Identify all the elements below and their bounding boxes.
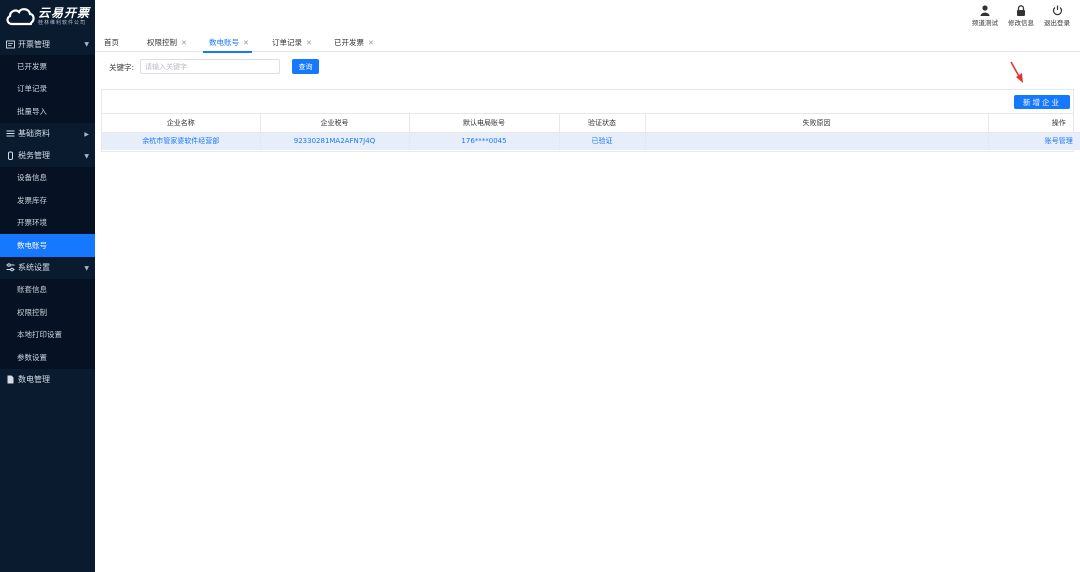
sidebar-item-invoice-stock[interactable]: 发票库存	[0, 189, 95, 212]
sidebar-group-basic-data[interactable]: 基础资料 ▶	[0, 123, 95, 145]
tab-digital-account[interactable]: 数电账号 ✕	[203, 33, 252, 53]
sidebar-item-parameters[interactable]: 参数设置	[0, 346, 95, 369]
edit-info-label: 修改信息	[1008, 19, 1034, 27]
close-icon[interactable]: ✕	[243, 39, 249, 47]
sidebar-group-label: 税务管理	[18, 151, 50, 160]
logout-label: 退出登录	[1044, 19, 1070, 27]
sidebar-group-system-settings[interactable]: 系统设置 ▼	[0, 257, 95, 279]
query-button[interactable]: 查询	[292, 59, 319, 74]
user-icon	[980, 5, 990, 16]
sidebar: 云易开票 桂林维利软件公司 开票管理 ▼ 已开发票 订单记录 批量导入 基础资料…	[0, 0, 95, 572]
channel-test-button[interactable]: 频道测试	[968, 4, 1002, 27]
panel-toolbar: 新增企业	[102, 90, 1073, 114]
close-icon[interactable]: ✕	[306, 39, 312, 47]
sidebar-group-label: 数电管理	[18, 375, 50, 384]
sidebar-group-label: 基础资料	[18, 129, 50, 138]
caret-down-icon: ▼	[84, 264, 89, 272]
keyword-label: 关键字:	[109, 63, 135, 72]
tab-home[interactable]: 首页	[104, 33, 119, 52]
annotation-arrow-icon	[1010, 61, 1023, 83]
tab-order-records[interactable]: 订单记录 ✕	[272, 33, 312, 52]
sidebar-group-label: 开票管理	[18, 39, 50, 49]
tab-bar: 首页 权限控制 ✕ 数电账号 ✕ 订单记录 ✕ 已开发票 ✕	[95, 33, 1080, 53]
sidebar-item-local-print[interactable]: 本地打印设置	[0, 324, 95, 347]
tab-label: 首页	[104, 38, 119, 47]
account-cell: 176****0045	[409, 132, 560, 150]
account-manage-link[interactable]: 账号管理	[988, 132, 1080, 150]
tab-label: 数电账号	[209, 38, 239, 47]
table-header-row: 企业名称 企业税号 默认电局账号 验证状态 失败原因 操作	[102, 114, 1080, 133]
column-header: 默认电局账号	[409, 114, 560, 133]
tab-issued-invoices[interactable]: 已开发票 ✕	[334, 33, 374, 52]
search-bar: 关键字: 查询	[95, 57, 1080, 77]
brand-name: 云易开票	[38, 5, 91, 20]
invoice-icon	[6, 40, 15, 49]
sidebar-item-batch-import[interactable]: 批量导入	[0, 100, 95, 123]
caret-right-icon: ▶	[84, 130, 89, 138]
caret-down-icon: ▼	[84, 152, 89, 160]
edit-info-button[interactable]: 修改信息	[1004, 4, 1038, 27]
column-header: 企业税号	[260, 114, 410, 133]
column-header: 验证状态	[559, 114, 646, 133]
sidebar-item-account-set[interactable]: 账套信息	[0, 279, 95, 302]
tab-label: 已开发票	[334, 38, 364, 47]
logout-button[interactable]: 退出登录	[1040, 4, 1074, 27]
sidebar-group-invoice[interactable]: 开票管理 ▼	[0, 33, 95, 55]
sidebar-group-tax[interactable]: 税务管理 ▼	[0, 145, 95, 167]
close-icon[interactable]: ✕	[368, 39, 374, 47]
power-icon	[1052, 5, 1062, 16]
sidebar-item-digital-account[interactable]: 数电账号	[0, 234, 95, 257]
company-panel: 新增企业 企业名称 企业税号 默认电局账号 验证状态 失败原因 操作 余杭市管家…	[101, 89, 1080, 152]
sidebar-item-permission-control[interactable]: 权限控制	[0, 301, 95, 324]
brand-tagline: 桂林维利软件公司	[38, 19, 87, 26]
tax-icon	[6, 151, 15, 160]
sidebar-item-issued-invoices[interactable]: 已开发票	[0, 55, 95, 78]
sidebar-group-digital-management[interactable]: 数电管理	[0, 369, 95, 391]
column-header: 失败原因	[645, 114, 989, 133]
verify-status-cell: 已验证	[559, 132, 646, 150]
settings-icon	[6, 263, 15, 272]
company-table: 企业名称 企业税号 默认电局账号 验证状态 失败原因 操作 余杭市管家婆软件经营…	[102, 114, 1080, 150]
add-company-button[interactable]: 新增企业	[1014, 95, 1070, 109]
sidebar-group-label: 系统设置	[18, 263, 50, 272]
sidebar-item-order-records[interactable]: 订单记录	[0, 78, 95, 101]
document-icon	[6, 375, 15, 384]
caret-down-icon: ▼	[84, 41, 89, 48]
top-header: 频道测试 修改信息 退出登录	[95, 0, 1080, 33]
keyword-input[interactable]	[140, 59, 280, 74]
lock-icon	[1017, 5, 1025, 16]
channel-test-label: 频道测试	[972, 19, 998, 27]
tab-permission-control[interactable]: 权限控制 ✕	[147, 33, 187, 52]
tab-label: 订单记录	[272, 38, 302, 47]
column-header: 企业名称	[102, 114, 261, 133]
sidebar-item-invoice-env[interactable]: 开票环境	[0, 212, 95, 235]
fail-reason-cell	[645, 132, 989, 150]
list-icon	[6, 129, 15, 138]
table-row[interactable]: 余杭市管家婆软件经营部 92330281MA2AFN7J4Q 176****00…	[102, 132, 1080, 150]
tab-label: 权限控制	[147, 38, 177, 47]
company-name-cell: 余杭市管家婆软件经营部	[102, 132, 261, 150]
tax-id-cell: 92330281MA2AFN7J4Q	[260, 132, 410, 150]
sidebar-item-device-info[interactable]: 设备信息	[0, 167, 95, 190]
close-icon[interactable]: ✕	[181, 39, 187, 47]
column-header: 操作	[988, 114, 1080, 133]
brand-logo: 云易开票 桂林维利软件公司	[0, 0, 95, 33]
cloud-logo-icon	[6, 7, 35, 25]
